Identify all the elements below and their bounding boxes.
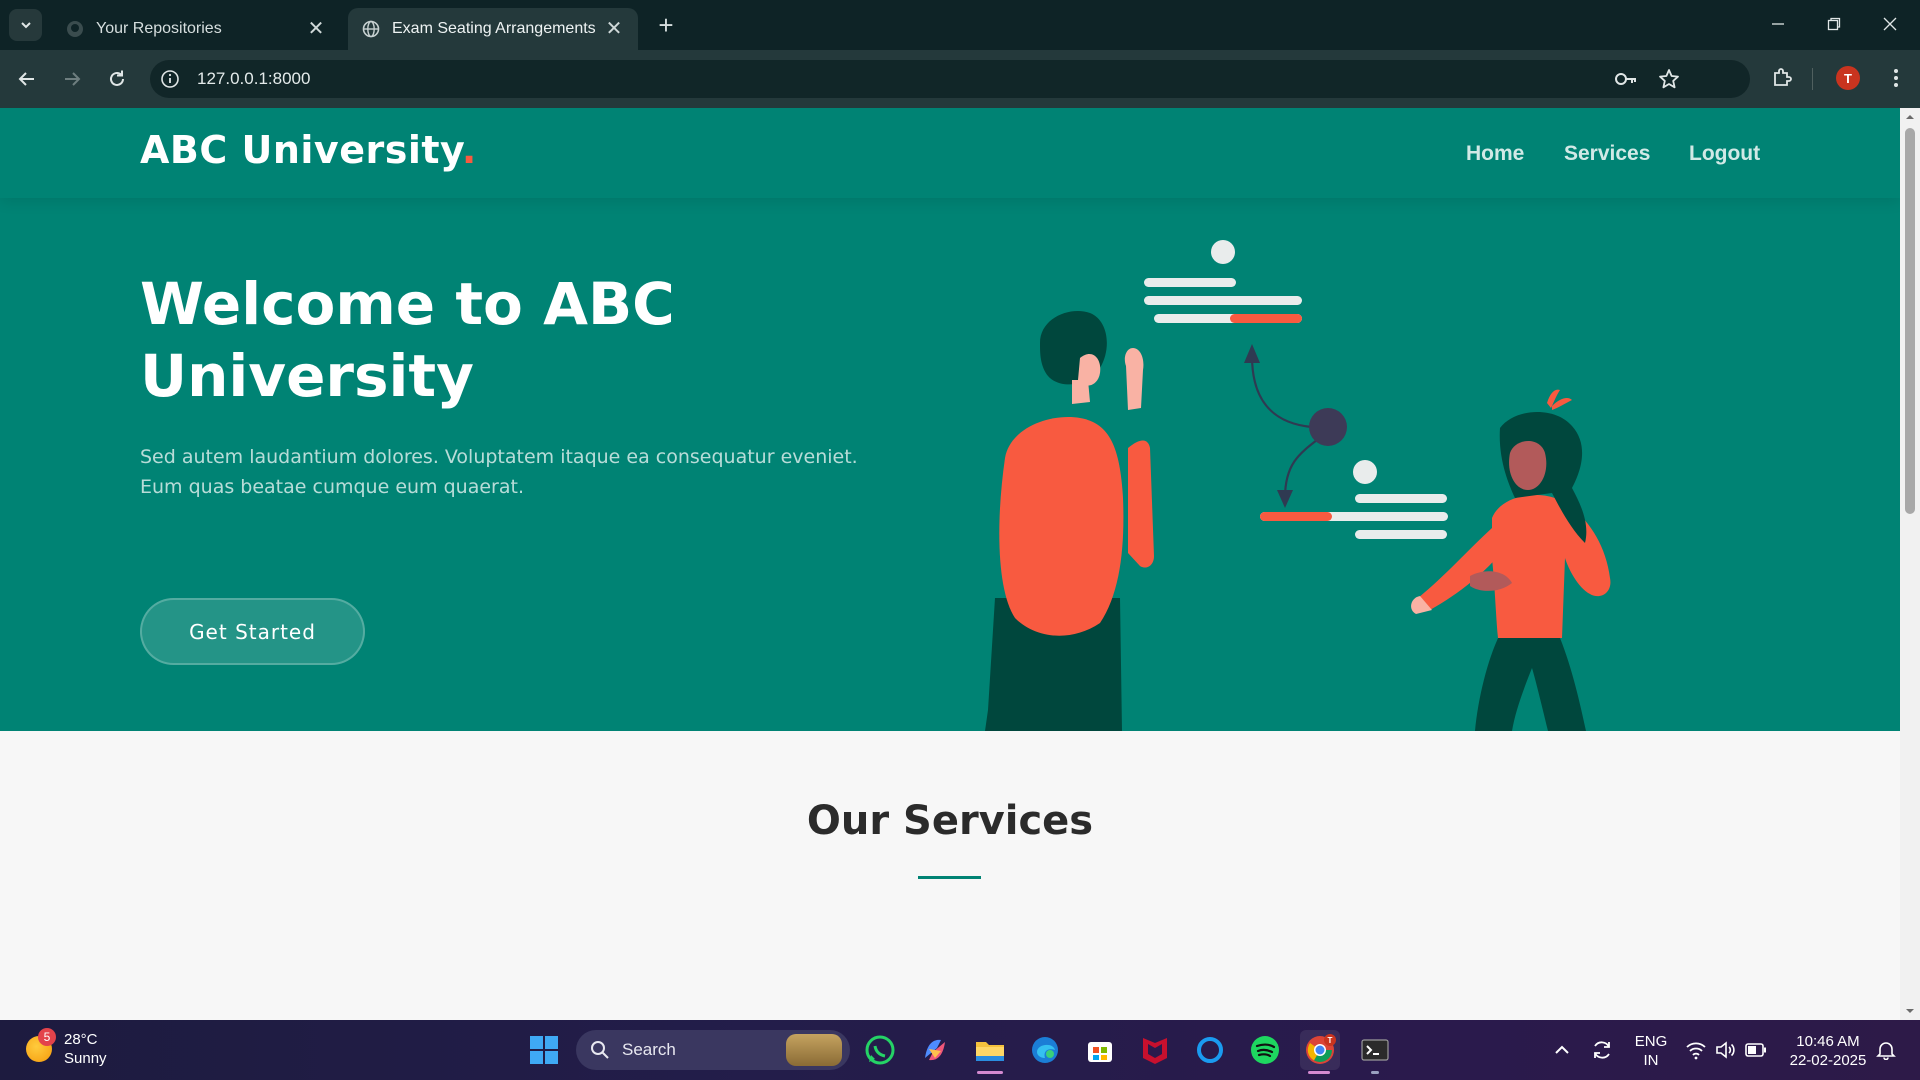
copilot-icon[interactable] <box>915 1030 955 1070</box>
chevron-down-icon <box>20 22 31 29</box>
password-key-icon[interactable] <box>1614 69 1638 89</box>
forward-icon[interactable] <box>57 64 87 94</box>
language-indicator[interactable]: ENG IN <box>1630 1032 1672 1070</box>
extensions-icon[interactable] <box>1770 66 1794 90</box>
restore-icon[interactable] <box>1814 10 1854 38</box>
scroll-up-icon[interactable] <box>1905 112 1915 122</box>
toolbar-divider <box>1812 68 1813 90</box>
mcafee-icon[interactable] <box>1135 1030 1175 1070</box>
svg-text:T: T <box>1328 1036 1333 1045</box>
address-bar[interactable]: 127.0.0.1:8000 <box>150 60 1750 98</box>
weather-condition: Sunny <box>64 1050 107 1067</box>
clock[interactable]: 10:46 AM 22-02-2025 <box>1780 1032 1876 1070</box>
browser-tab-strip: Your Repositories ✕ Exam Seating Arrange… <box>0 0 1920 50</box>
github-icon <box>66 20 84 38</box>
running-indicator <box>977 1071 1003 1074</box>
store-icon[interactable] <box>1080 1030 1120 1070</box>
logo-text: ABC University <box>140 128 462 172</box>
taskbar-search[interactable]: Search <box>576 1030 850 1070</box>
sun-icon: 5 <box>26 1028 56 1062</box>
file-explorer-icon[interactable] <box>970 1030 1010 1070</box>
man-figure <box>985 311 1154 731</box>
notification-bell-icon[interactable] <box>1866 1030 1906 1070</box>
logo-dot: . <box>461 128 477 172</box>
start-icon[interactable] <box>524 1030 564 1070</box>
battery-icon[interactable] <box>1736 1030 1776 1070</box>
tab-label: Your Repositories <box>96 20 222 37</box>
services-underline <box>918 876 981 879</box>
hero-section: Welcome to ABC University Sed autem laud… <box>0 198 1900 731</box>
more-menu-icon[interactable] <box>1884 66 1908 90</box>
close-icon[interactable]: ✕ <box>306 19 326 39</box>
region-code: IN <box>1643 1052 1659 1069</box>
cortana-icon[interactable] <box>1190 1030 1230 1070</box>
url-text[interactable]: 127.0.0.1:8000 <box>197 69 310 89</box>
bookmark-star-icon[interactable] <box>1658 68 1680 90</box>
weather-widget[interactable]: 5 28°C Sunny <box>26 1028 107 1068</box>
terminal-icon[interactable] <box>1355 1030 1395 1070</box>
minimize-icon[interactable] <box>1758 10 1798 38</box>
info-card-top <box>1144 240 1302 323</box>
nav-logout[interactable]: Logout <box>1689 142 1760 166</box>
nav-home[interactable]: Home <box>1466 142 1524 166</box>
woman-figure <box>1411 389 1611 731</box>
search-highlight-image <box>786 1034 842 1066</box>
notification-badge: 5 <box>38 1028 56 1046</box>
site-logo[interactable]: ABC University. <box>140 128 477 172</box>
profile-avatar[interactable]: T <box>1836 66 1860 90</box>
nav-services[interactable]: Services <box>1564 142 1650 166</box>
close-icon[interactable]: ✕ <box>604 19 624 39</box>
tab-label: Exam Seating Arrangements <box>392 20 596 37</box>
hero-description: Sed autem laudantium dolores. Voluptatem… <box>140 446 858 498</box>
tab-your-repositories[interactable]: Your Repositories ✕ <box>52 8 340 50</box>
window-close-icon[interactable] <box>1870 10 1910 38</box>
chevron-up-icon[interactable] <box>1542 1030 1582 1070</box>
scroll-down-icon[interactable] <box>1905 1006 1915 1016</box>
search-label: Search <box>622 1040 676 1059</box>
whatsapp-icon[interactable] <box>860 1030 900 1070</box>
clock-date: 22-02-2025 <box>1789 1052 1867 1069</box>
search-icon <box>591 1041 609 1059</box>
clock-time: 10:46 AM <box>1796 1033 1860 1050</box>
globe-icon <box>362 20 380 38</box>
hero-title: Welcome to ABC University <box>140 270 675 410</box>
running-indicator <box>1371 1071 1379 1074</box>
page-scrollbar[interactable] <box>1900 108 1920 1020</box>
language-code: ENG <box>1634 1033 1668 1050</box>
reload-icon[interactable] <box>102 64 132 94</box>
site-header: ABC University. Home Services Logout <box>0 108 1900 198</box>
tab-search-button[interactable] <box>9 9 42 41</box>
weather-temp: 28°C <box>64 1031 98 1048</box>
edge-icon[interactable] <box>1025 1030 1065 1070</box>
chrome-icon[interactable]: T <box>1300 1030 1340 1070</box>
hero-illustration <box>985 240 1611 731</box>
sync-icon[interactable] <box>1582 1030 1622 1070</box>
new-tab-button[interactable]: + <box>652 12 680 40</box>
back-icon[interactable] <box>12 64 42 94</box>
scrollbar-thumb[interactable] <box>1905 128 1915 514</box>
get-started-button[interactable]: Get Started <box>140 598 365 665</box>
spotify-icon[interactable] <box>1245 1030 1285 1070</box>
tab-exam-seating[interactable]: Exam Seating Arrangements ✕ <box>348 8 638 50</box>
active-indicator <box>1308 1071 1330 1074</box>
site-info-icon[interactable] <box>160 69 180 89</box>
page-viewport: ABC University. Home Services Logout Wel… <box>0 108 1900 1020</box>
services-heading: Our Services <box>806 798 1094 844</box>
